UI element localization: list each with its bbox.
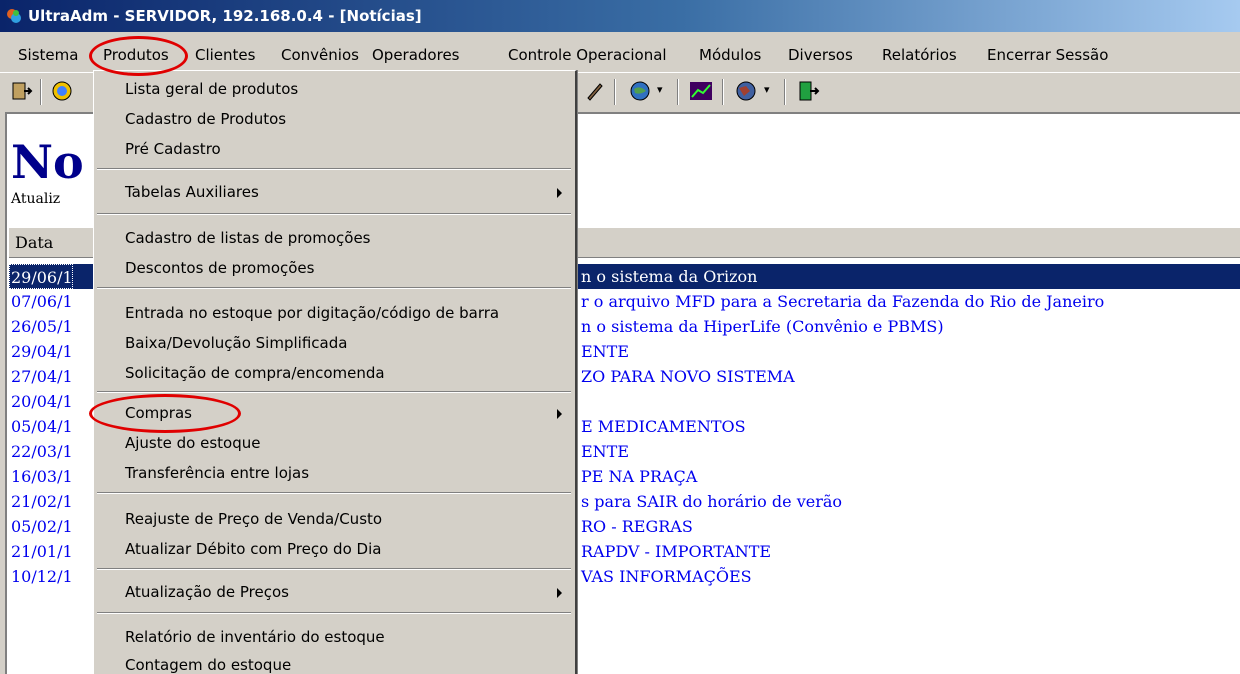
row-date: 27/04/1 [11, 367, 73, 386]
row-title: RO - REGRAS [581, 517, 693, 536]
menu-item-solicitacao-compra[interactable]: Solicitação de compra/encomenda [94, 359, 574, 387]
menu-separator [97, 612, 571, 614]
row-date: 21/01/1 [11, 542, 73, 561]
row-title: ENTE [581, 442, 630, 461]
menu-item-ajuste-estoque[interactable]: Ajuste do estoque [94, 429, 574, 457]
row-title: RAPDV - IMPORTANTE [581, 542, 772, 561]
row-date: 05/04/1 [11, 417, 73, 436]
menu-item-descontos-promocoes[interactable]: Descontos de promoções [94, 254, 574, 282]
menu-item-transferencia-lojas[interactable]: Transferência entre lojas [94, 459, 574, 487]
menu-produtos[interactable]: Produtos [103, 38, 169, 72]
row-title: PE NA PRAÇA [581, 467, 698, 486]
clock-icon[interactable] [50, 79, 74, 103]
page-subtitle: Atualiz [11, 191, 61, 207]
toolbar-separator [614, 79, 616, 105]
menu-bar: Sistema Produtos Clientes Convênios Oper… [0, 38, 1240, 72]
menu-convenios[interactable]: Convênios [281, 38, 359, 72]
globe-dollar-icon[interactable] [628, 79, 652, 103]
row-date: 20/04/1 [11, 392, 73, 411]
app-icon [7, 9, 21, 23]
chart-icon[interactable] [689, 79, 713, 103]
menu-item-listas-promocoes[interactable]: Cadastro de listas de promoções [94, 224, 574, 252]
toolbar-separator [784, 79, 786, 105]
menu-item-tabelas-auxiliares[interactable]: Tabelas Auxiliares [94, 178, 574, 206]
row-title: VAS INFORMAÇÕES [581, 567, 752, 586]
menu-item-label: Compras [125, 404, 192, 422]
menu-separator [97, 213, 571, 215]
submenu-arrow-icon [557, 588, 562, 598]
title-bar: UltraAdm - SERVIDOR, 192.168.0.4 - [Notí… [0, 0, 1240, 32]
menu-item-reajuste-preco[interactable]: Reajuste de Preço de Venda/Custo [94, 505, 574, 533]
row-date: 07/06/1 [11, 292, 73, 311]
toolbar-separator [722, 79, 724, 105]
menu-separator [97, 568, 571, 570]
menu-controle-operacional[interactable]: Controle Operacional [508, 38, 667, 72]
row-date: 10/12/1 [11, 567, 73, 586]
menu-item-contagem-estoque[interactable]: Contagem do estoque [94, 651, 574, 674]
menu-item-pre-cadastro[interactable]: Pré Cadastro [94, 135, 574, 163]
row-title: E MEDICAMENTOS [581, 417, 746, 436]
submenu-arrow-icon [557, 188, 562, 198]
menu-item-entrada-estoque[interactable]: Entrada no estoque por digitação/código … [94, 299, 574, 327]
row-title: n o sistema da HiperLife (Convênio e PBM… [581, 317, 944, 336]
toolbar-separator [40, 79, 42, 105]
edit-icon[interactable] [583, 79, 607, 103]
menu-item-lista-geral[interactable]: Lista geral de produtos [94, 75, 574, 103]
menu-diversos[interactable]: Diversos [788, 38, 853, 72]
menu-encerrar-sessao[interactable]: Encerrar Sessão [987, 38, 1108, 72]
row-date: 22/03/1 [11, 442, 73, 461]
row-title: ZO PARA NOVO SISTEMA [581, 367, 795, 386]
menu-item-relatorio-inventario[interactable]: Relatório de inventário do estoque [94, 623, 574, 651]
row-title: ENTE [581, 342, 630, 361]
menu-separator [97, 391, 571, 393]
toolbar-separator [677, 79, 679, 105]
door-exit-icon[interactable] [796, 79, 820, 103]
row-date: 26/05/1 [11, 317, 73, 336]
row-title: n o sistema da Orizon [581, 267, 758, 286]
menu-clientes[interactable]: Clientes [195, 38, 255, 72]
menu-item-cadastro-produtos[interactable]: Cadastro de Produtos [94, 105, 574, 133]
submenu-arrow-icon [557, 409, 562, 419]
menu-sistema[interactable]: Sistema [18, 38, 78, 72]
menu-modulos[interactable]: Módulos [699, 38, 761, 72]
row-title: s para SAIR do horário de verão [581, 492, 843, 511]
row-date: 16/03/1 [11, 467, 73, 486]
menu-item-baixa-devolucao[interactable]: Baixa/Devolução Simplificada [94, 329, 574, 357]
menu-item-label: Tabelas Auxiliares [125, 183, 259, 201]
row-date: 29/06/1 [9, 264, 73, 289]
menu-operadores[interactable]: Operadores [372, 38, 460, 72]
menu-item-atualizacao-precos[interactable]: Atualização de Preços [94, 578, 574, 606]
row-date: 21/02/1 [11, 492, 73, 511]
world-icon[interactable] [734, 79, 758, 103]
chevron-down-icon[interactable]: ▾ [764, 83, 770, 96]
row-title: r o arquivo MFD para a Secretaria da Faz… [581, 292, 1105, 311]
row-date: 29/04/1 [11, 342, 73, 361]
exit-icon[interactable] [10, 79, 34, 103]
menu-item-label: Atualização de Preços [125, 583, 289, 601]
menu-separator [97, 287, 571, 289]
chevron-down-icon[interactable]: ▾ [657, 83, 663, 96]
menu-item-compras[interactable]: Compras [94, 399, 574, 427]
menu-separator [97, 492, 571, 494]
row-date: 05/02/1 [11, 517, 73, 536]
window-title: UltraAdm - SERVIDOR, 192.168.0.4 - [Notí… [28, 7, 422, 25]
page-title: No [11, 135, 84, 189]
menu-separator [97, 168, 571, 170]
menu-relatorios[interactable]: Relatórios [882, 38, 957, 72]
produtos-dropdown-menu: Lista geral de produtos Cadastro de Prod… [93, 70, 577, 674]
menu-item-atualizar-debito[interactable]: Atualizar Débito com Preço do Dia [94, 535, 574, 563]
